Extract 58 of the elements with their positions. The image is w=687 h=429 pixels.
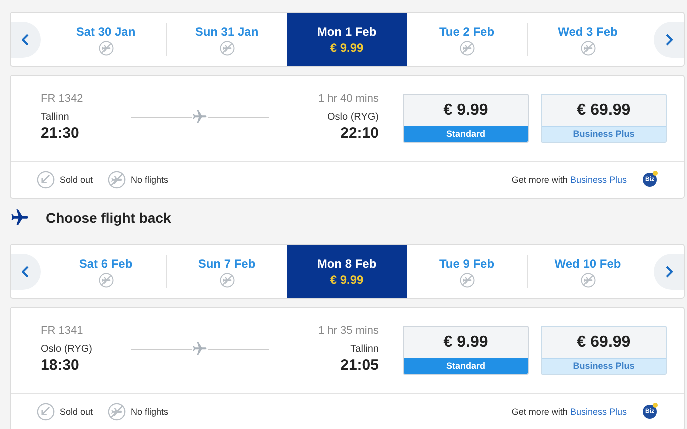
date-tab[interactable]: Mon 8 Feb € 9.99 bbox=[287, 245, 407, 298]
duration: 1 hr 35 mins bbox=[318, 324, 379, 339]
plane-icon bbox=[192, 109, 208, 125]
destination: Tallinn bbox=[350, 344, 379, 355]
promo-text: Get more with Business Plus bbox=[512, 175, 627, 185]
date-tab[interactable]: Sat 30 Jan bbox=[46, 13, 166, 66]
date-tab[interactable]: Tue 9 Feb bbox=[407, 245, 527, 298]
fare-button[interactable]: € 9.99 Standard bbox=[403, 94, 529, 143]
section-heading: Choose flight back bbox=[46, 210, 172, 226]
next-button[interactable] bbox=[654, 22, 684, 58]
no-flights-icon bbox=[98, 273, 114, 288]
fare-button[interactable]: € 69.99 Business Plus bbox=[541, 326, 667, 375]
no-flights-icon bbox=[98, 41, 114, 56]
next-button[interactable] bbox=[654, 254, 684, 290]
previous-button[interactable] bbox=[11, 22, 41, 58]
duration: 1 hr 40 mins bbox=[318, 92, 379, 107]
business-plus-link[interactable]: Business Plus bbox=[570, 407, 627, 417]
plane-icon bbox=[10, 208, 30, 228]
fare-button[interactable]: € 69.99 Business Plus bbox=[541, 94, 667, 143]
date-tab[interactable]: Wed 3 Feb bbox=[528, 13, 648, 66]
date-tab[interactable]: Sat 6 Feb bbox=[46, 245, 166, 298]
flight-number: FR 1342 bbox=[41, 92, 84, 107]
chevron-right-icon bbox=[665, 266, 673, 278]
previous-button[interactable] bbox=[11, 254, 41, 290]
date-tab[interactable]: Sun 7 Feb bbox=[167, 245, 287, 298]
destination: Oslo (RYG) bbox=[328, 112, 379, 123]
no-flights-icon bbox=[108, 171, 126, 189]
no-flights-icon bbox=[220, 41, 234, 56]
date-tab[interactable]: Mon 1 Feb € 9.99 bbox=[287, 13, 407, 66]
origin: Tallinn bbox=[41, 112, 70, 123]
promo-text: Get more with Business Plus bbox=[512, 407, 627, 417]
arrival-time: 22:10 bbox=[340, 125, 379, 142]
date-tab[interactable]: Tue 2 Feb bbox=[407, 13, 527, 66]
no-flights-icon bbox=[108, 403, 126, 421]
legend-label: Sold out bbox=[60, 175, 94, 185]
origin: Oslo (RYG) bbox=[41, 344, 92, 355]
fare-button[interactable]: € 9.99 Standard bbox=[403, 326, 529, 375]
no-flights-icon bbox=[580, 41, 596, 56]
date-tab[interactable]: Sun 31 Jan bbox=[167, 13, 287, 66]
sold-out-icon bbox=[37, 403, 55, 421]
no-flights-icon bbox=[580, 273, 596, 288]
chevron-left-icon bbox=[22, 266, 30, 278]
business-plus-link[interactable]: Business Plus bbox=[570, 175, 627, 185]
chevron-right-icon bbox=[665, 34, 673, 46]
no-flights-icon bbox=[220, 273, 234, 288]
no-flights-icon bbox=[460, 41, 474, 56]
chevron-left-icon bbox=[22, 34, 30, 46]
legend-label: No flights bbox=[131, 407, 169, 417]
legend-label: No flights bbox=[131, 175, 169, 185]
departure-time: 18:30 bbox=[41, 357, 80, 374]
departure-time: 21:30 bbox=[41, 125, 80, 142]
sold-out-icon bbox=[37, 171, 55, 189]
date-tab[interactable]: Wed 10 Feb bbox=[528, 245, 648, 298]
legend-label: Sold out bbox=[60, 407, 94, 417]
arrival-time: 21:05 bbox=[340, 357, 379, 374]
plane-icon bbox=[192, 341, 208, 357]
no-flights-icon bbox=[460, 273, 474, 288]
flight-number: FR 1341 bbox=[41, 324, 84, 339]
